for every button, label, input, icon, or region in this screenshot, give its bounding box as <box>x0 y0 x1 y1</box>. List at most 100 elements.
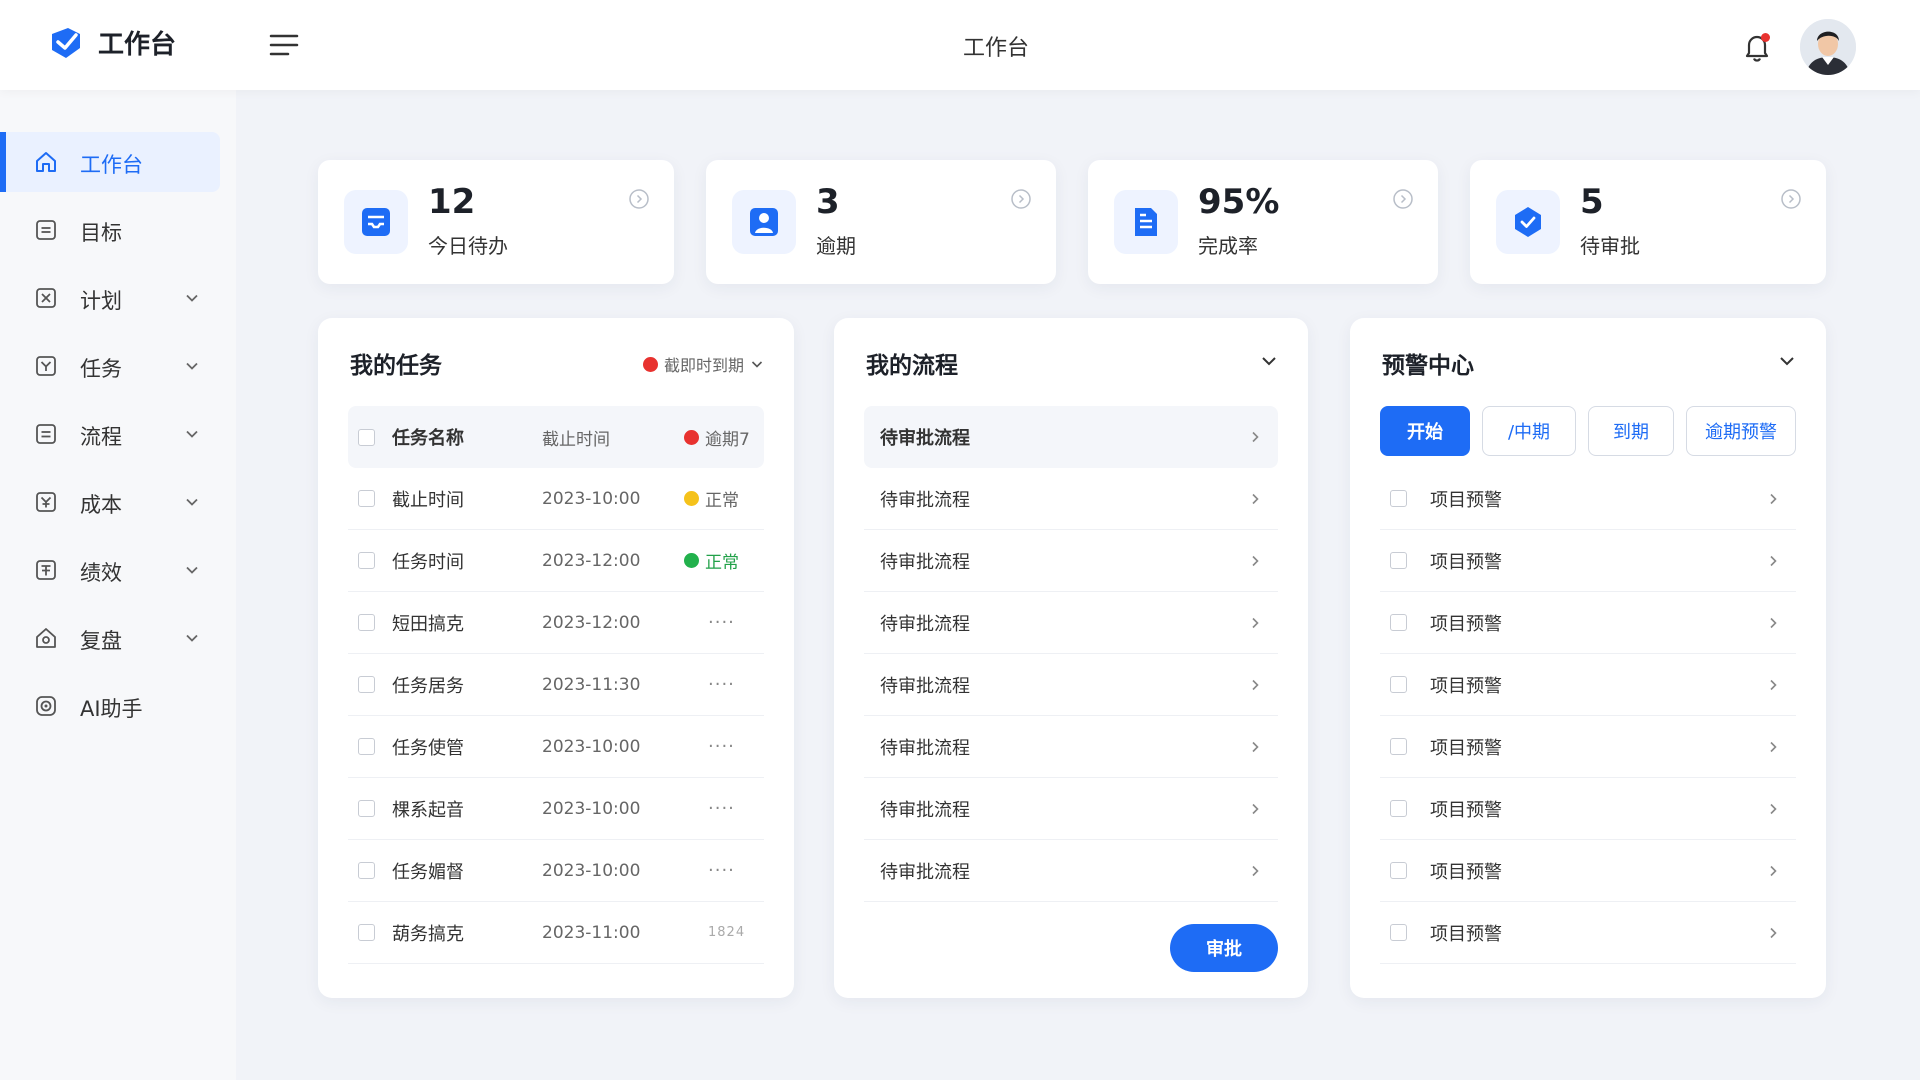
process-item[interactable]: 待审批流程 <box>864 840 1278 902</box>
chevron-right-icon <box>1770 803 1777 814</box>
warning-item[interactable]: 项目预警 <box>1380 530 1796 592</box>
task-name: 任务时间 <box>392 551 464 573</box>
tab-midterm[interactable]: /中期 <box>1482 406 1576 456</box>
sidebar-item-plan[interactable]: 计划 <box>0 268 220 328</box>
table-row[interactable]: 截止时间 2023-10:00 正常 <box>348 468 764 530</box>
sidebar-item-label: 任务 <box>80 357 122 381</box>
stat-card-overdue[interactable]: 3 逾期 <box>706 160 1056 284</box>
task-name: 葫务搞克 <box>392 923 464 945</box>
warning-name: 项目预警 <box>1430 551 1502 573</box>
more-icon[interactable]: ···· <box>708 860 735 881</box>
table-row[interactable]: 任务时间 2023-12:00 正常 <box>348 530 764 592</box>
tab-overdue-warning[interactable]: 逾期预警 <box>1686 406 1796 456</box>
stat-value: 12 <box>428 182 476 222</box>
row-checkbox[interactable] <box>358 924 375 941</box>
task-name: 任务使管 <box>392 737 464 759</box>
notification-bell-icon[interactable] <box>1740 30 1774 64</box>
task-name: 截止时间 <box>392 489 464 511</box>
chevron-down-icon[interactable] <box>1778 352 1796 370</box>
stat-card-completion[interactable]: 95% 完成率 <box>1088 160 1438 284</box>
row-checkbox[interactable] <box>358 552 375 569</box>
chevron-down-icon <box>186 294 198 302</box>
table-row[interactable]: 任务居务 2023-11:30 ···· <box>348 654 764 716</box>
row-checkbox[interactable] <box>358 490 375 507</box>
warning-item[interactable]: 项目预警 <box>1380 592 1796 654</box>
warning-item[interactable]: 项目预警 <box>1380 902 1796 964</box>
row-checkbox[interactable] <box>1390 614 1407 631</box>
panel-title: 我的任务 <box>350 353 442 379</box>
tab-due[interactable]: 到期 <box>1588 406 1674 456</box>
tab-start[interactable]: 开始 <box>1380 406 1470 456</box>
warning-item[interactable]: 项目预警 <box>1380 716 1796 778</box>
warning-name: 项目预警 <box>1430 737 1502 759</box>
deadline-filter-dropdown[interactable]: 截即时到期 <box>642 352 764 376</box>
stat-value: 95% <box>1198 182 1280 222</box>
stat-label: 待审批 <box>1580 234 1640 258</box>
process-item[interactable]: 待审批流程 <box>864 592 1278 654</box>
process-item[interactable]: 待审批流程 <box>864 530 1278 592</box>
normal-dot <box>684 553 699 568</box>
info-icon[interactable] <box>628 188 650 210</box>
more-icon[interactable]: ···· <box>708 612 735 633</box>
process-item[interactable]: 待审批流程 <box>864 778 1278 840</box>
process-name: 待审批流程 <box>880 799 970 821</box>
warning-item[interactable]: 项目预警 <box>1380 654 1796 716</box>
info-icon[interactable] <box>1780 188 1802 210</box>
chevron-right-icon <box>1770 865 1777 876</box>
more-icon[interactable]: ···· <box>708 736 735 757</box>
stat-card-pending-approval[interactable]: 5 待审批 <box>1470 160 1826 284</box>
process-item[interactable]: 待审批流程 <box>864 654 1278 716</box>
process-item[interactable]: 待审批流程 <box>864 468 1278 530</box>
row-checkbox[interactable] <box>358 800 375 817</box>
stat-card-todo[interactable]: 12 今日待办 <box>318 160 674 284</box>
select-all-checkbox[interactable] <box>358 428 375 446</box>
table-row[interactable]: 短田搞克 2023-12:00 ···· <box>348 592 764 654</box>
user-avatar[interactable] <box>1800 19 1856 75</box>
table-row[interactable]: 任务媚督 2023-10:00 ···· <box>348 840 764 902</box>
row-checkbox[interactable] <box>358 676 375 693</box>
sidebar-item-ai-assistant[interactable]: AI助手 <box>0 676 220 736</box>
warning-name: 项目预警 <box>1430 613 1502 635</box>
more-icon[interactable]: ···· <box>708 798 735 819</box>
row-checkbox[interactable] <box>1390 738 1407 755</box>
column-header-date: 截止时间 <box>542 429 610 450</box>
row-checkbox[interactable] <box>1390 676 1407 693</box>
table-row[interactable]: 任务使管 2023-10:00 ···· <box>348 716 764 778</box>
chevron-down-icon[interactable] <box>1260 352 1278 370</box>
sidebar-item-workbench[interactable]: 工作台 <box>0 132 220 192</box>
sidebar-item-process[interactable]: 流程 <box>0 404 220 464</box>
row-checkbox[interactable] <box>1390 862 1407 879</box>
more-icon[interactable]: ···· <box>708 674 735 695</box>
approve-button[interactable]: 审批 <box>1170 924 1278 972</box>
table-row[interactable]: 棵系起音 2023-10:00 ···· <box>348 778 764 840</box>
stat-icon-box <box>1114 190 1178 254</box>
row-checkbox[interactable] <box>358 738 375 755</box>
warning-item[interactable]: 项目预警 <box>1380 468 1796 530</box>
task-date: 2023-10:00 <box>542 736 641 757</box>
sidebar-item-cost[interactable]: 成本 <box>0 472 220 532</box>
table-row[interactable]: 葫务搞克 2023-11:00 1824 <box>348 902 764 964</box>
process-item[interactable]: 待审批流程 <box>864 716 1278 778</box>
process-item[interactable]: 待审批流程 <box>864 406 1278 468</box>
warning-item[interactable]: 项目预警 <box>1380 840 1796 902</box>
warning-item[interactable]: 项目预警 <box>1380 778 1796 840</box>
sidebar-item-performance[interactable]: 绩效 <box>0 540 220 600</box>
panel-title: 预警中心 <box>1382 353 1474 379</box>
process-name: 待审批流程 <box>880 613 970 635</box>
row-checkbox[interactable] <box>1390 490 1407 507</box>
task-date: 2023-12:00 <box>542 550 641 571</box>
sidebar-item-goal[interactable]: 目标 <box>0 200 220 260</box>
info-icon[interactable] <box>1010 188 1032 210</box>
row-checkbox[interactable] <box>1390 924 1407 941</box>
row-checkbox[interactable] <box>1390 800 1407 817</box>
sidebar-item-task[interactable]: 任务 <box>0 336 220 396</box>
avatar-portrait-icon <box>1800 19 1856 75</box>
sidebar-item-review[interactable]: 复盘 <box>0 608 220 668</box>
chevron-right-icon <box>1770 555 1777 566</box>
row-checkbox[interactable] <box>1390 552 1407 569</box>
row-note: 1824 <box>708 925 746 940</box>
my-tasks-panel: 我的任务 截即时到期 任务名称 截止时间 逾期7 截止时间 2023-10:00… <box>318 318 794 998</box>
row-checkbox[interactable] <box>358 862 375 879</box>
row-checkbox[interactable] <box>358 614 375 631</box>
info-icon[interactable] <box>1392 188 1414 210</box>
